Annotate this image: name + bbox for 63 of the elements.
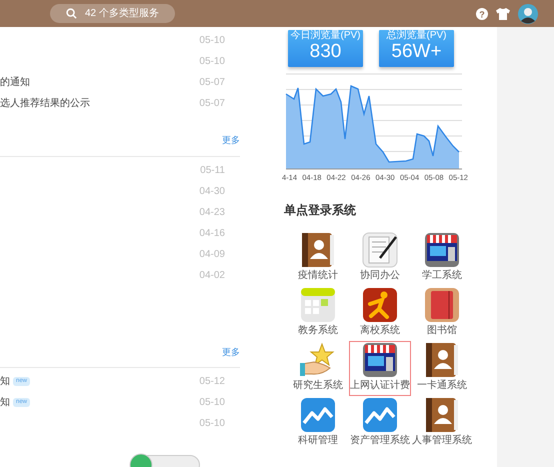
app-tile[interactable]: 人事管理系统 [411,396,473,452]
app-tile[interactable]: 研究生系统 [287,341,349,396]
news-title[interactable]: 知 [0,395,10,410]
contact-book-icon [424,397,460,434]
section-title: 单点登录系统 [284,202,357,220]
news-date: 04-30 [199,184,225,198]
app-tile[interactable]: 学工系统 [411,231,473,286]
news-date: 05-07 [199,76,225,90]
news-date: 04-09 [199,248,225,262]
star-hand-icon [300,342,336,378]
contact-book-icon [424,342,460,378]
shirt-icon[interactable] [496,8,510,20]
app-tile[interactable]: 协同办公 [349,231,411,286]
news-date: 04-16 [199,226,225,240]
app-label: 上网认证计费 [350,380,410,392]
app-tile[interactable]: 教务系统 [287,286,349,342]
stat-value: 830 [308,41,342,63]
chart-icon [300,397,336,434]
app-tile[interactable]: 离校系统 [349,286,411,342]
search-icon [66,8,77,19]
app-label: 资产管理系统 [350,435,410,448]
news-date: 05-10 [199,34,225,48]
search-placeholder: 42 个多类型服务 [85,6,159,21]
news-date: 05-12 [199,375,225,389]
app-label: 学工系统 [422,270,462,282]
app-tile[interactable]: 疫情统计 [287,231,349,286]
app-tile[interactable]: 资产管理系统 [349,396,411,452]
book-icon [424,287,460,324]
app-label: 研究生系统 [293,380,343,392]
news-date: 05-10 [199,396,225,410]
news-title[interactable]: 的通知 [0,75,30,90]
chart-icon [362,397,398,434]
news-date: 04-23 [199,206,225,220]
app-tile[interactable]: 上网认证计费 [349,341,411,396]
news-title[interactable]: 知 [0,374,10,389]
storefront-icon [362,342,398,378]
app-label: 图书馆 [427,325,457,338]
app-label: 离校系统 [360,325,400,338]
app-tile[interactable]: 科研管理 [287,396,349,452]
contact-book-icon [300,232,336,268]
app-label: 协同办公 [360,270,400,282]
app-label: 一卡通系统 [417,380,467,392]
app-label: 科研管理 [298,435,338,448]
avatar-icon[interactable] [518,4,538,24]
app-label: 疫情统计 [298,270,338,282]
calendar-icon [300,287,336,324]
stat-value: 56W+ [390,41,443,63]
app-tile[interactable]: 图书馆 [411,286,473,342]
storefront-icon [424,232,460,268]
news-date: 04-02 [199,268,225,282]
runner-icon [362,287,398,324]
news-title[interactable]: 选人推荐结果的公示 [0,96,90,111]
news-date: 05-07 [199,97,225,111]
document-pen-icon [362,232,398,268]
app-tile[interactable]: 一卡通系统 [411,341,473,396]
news-date: 05-10 [199,55,225,69]
help-icon[interactable]: ? [476,8,488,20]
stat-label: 总浏览量(PV) [386,30,448,41]
news-date: 05-10 [199,417,225,431]
app-label: 教务系统 [298,325,338,338]
stat-label: 今日浏览量(PV) [290,30,362,41]
app-label: 人事管理系统 [412,435,472,448]
news-date: 05-11 [200,164,225,178]
